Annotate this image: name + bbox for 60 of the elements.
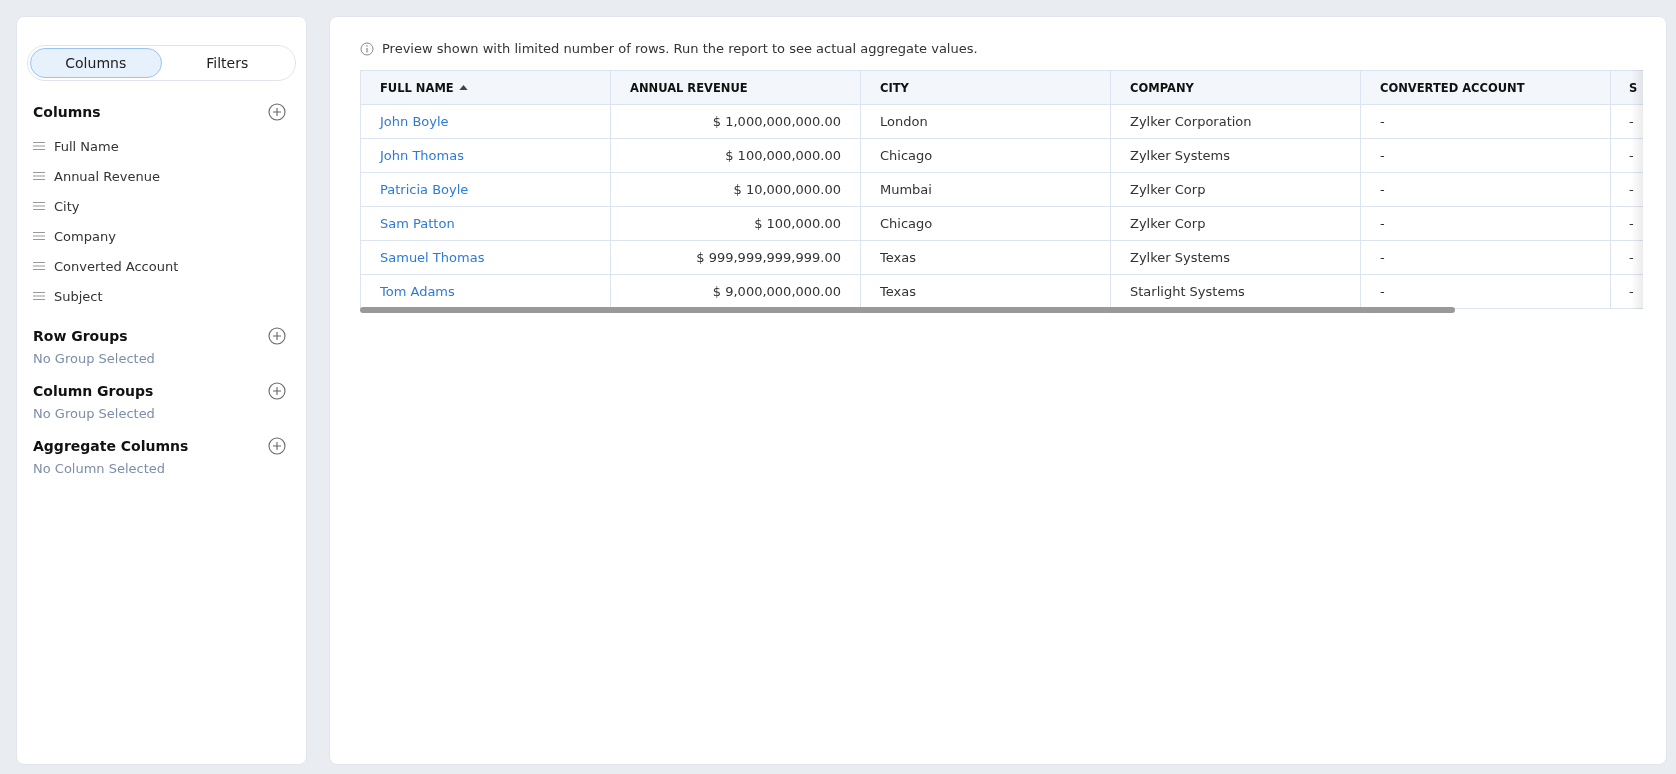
column-header[interactable]: FULL NAME	[360, 70, 611, 105]
table-cell: Zylker Corp	[1110, 206, 1361, 241]
name-link[interactable]: John Boyle	[380, 114, 449, 129]
name-link[interactable]: Patricia Boyle	[380, 182, 469, 197]
section-title: Column Groups	[33, 383, 154, 399]
table-cell: Zylker Systems	[1110, 138, 1361, 173]
drag-handle-icon[interactable]	[33, 201, 45, 211]
empty-text: No Group Selected	[33, 351, 156, 366]
add-icon[interactable]	[268, 437, 286, 455]
add-icon[interactable]	[268, 103, 286, 121]
section-title: Row Groups	[33, 328, 128, 344]
table-cell: Texas	[860, 240, 1111, 275]
empty-text: No Column Selected	[33, 461, 167, 476]
table-cell: -	[1360, 240, 1611, 275]
table-cell: $ 100,000.00	[610, 206, 861, 241]
column-item[interactable]: Converted Account	[54, 258, 179, 274]
table-cell: Zylker Corp	[1110, 172, 1361, 207]
tab[interactable]: Columns	[30, 48, 162, 78]
name-link[interactable]: Samuel Thomas	[380, 250, 485, 265]
table-cell: -	[1360, 138, 1611, 173]
drag-handle-icon[interactable]	[33, 231, 45, 241]
column-item[interactable]: Subject	[54, 288, 103, 304]
table-cell: Mumbai	[860, 172, 1111, 207]
add-icon[interactable]	[268, 327, 286, 345]
name-link[interactable]: Sam Patton	[380, 216, 455, 231]
column-item[interactable]: Full Name	[54, 138, 119, 154]
column-header[interactable]: CITY	[860, 70, 1111, 105]
table-cell: London	[860, 104, 1111, 139]
add-icon[interactable]	[268, 382, 286, 400]
table-cell: $ 999,999,999,999.00	[610, 240, 861, 275]
table-cell: $ 1,000,000,000.00	[610, 104, 861, 139]
table-cell: Chicago	[860, 206, 1111, 241]
table-cell: Zylker Corporation	[1110, 104, 1361, 139]
notice-text: Preview shown with limited number of rows. Run the report to see actual aggregate values.	[382, 41, 978, 56]
table-cell: $ 100,000,000.00	[610, 138, 861, 173]
info-icon	[360, 41, 374, 56]
column-header[interactable]: CONVERTED ACCOUNT	[1360, 70, 1611, 105]
section-title: Aggregate Columns	[33, 438, 189, 454]
drag-handle-icon[interactable]	[33, 291, 45, 301]
name-link[interactable]: Tom Adams	[380, 284, 455, 299]
table-cell: -	[1360, 104, 1611, 139]
section-title: Columns	[33, 104, 101, 120]
table-cell: $ 10,000,000.00	[610, 172, 861, 207]
table-cell: -	[1360, 206, 1611, 241]
empty-text: No Group Selected	[33, 406, 156, 421]
column-header[interactable]: ANNUAL REVENUE	[610, 70, 861, 105]
column-header[interactable]: S	[1610, 70, 1643, 105]
table-cell: -	[1360, 172, 1611, 207]
drag-handle-icon[interactable]	[33, 171, 45, 181]
column-item[interactable]: Company	[54, 228, 116, 244]
table-cell: Chicago	[860, 138, 1111, 173]
table-cell: Zylker Systems	[1110, 240, 1361, 275]
horizontal-scrollbar[interactable]	[360, 307, 1455, 313]
drag-handle-icon[interactable]	[33, 261, 45, 271]
column-header[interactable]: COMPANY	[1110, 70, 1361, 105]
tab[interactable]: Filters	[161, 48, 293, 78]
column-item[interactable]: City	[54, 198, 80, 214]
name-link[interactable]: John Thomas	[380, 148, 464, 163]
column-item[interactable]: Annual Revenue	[54, 168, 160, 184]
drag-handle-icon[interactable]	[33, 141, 45, 151]
